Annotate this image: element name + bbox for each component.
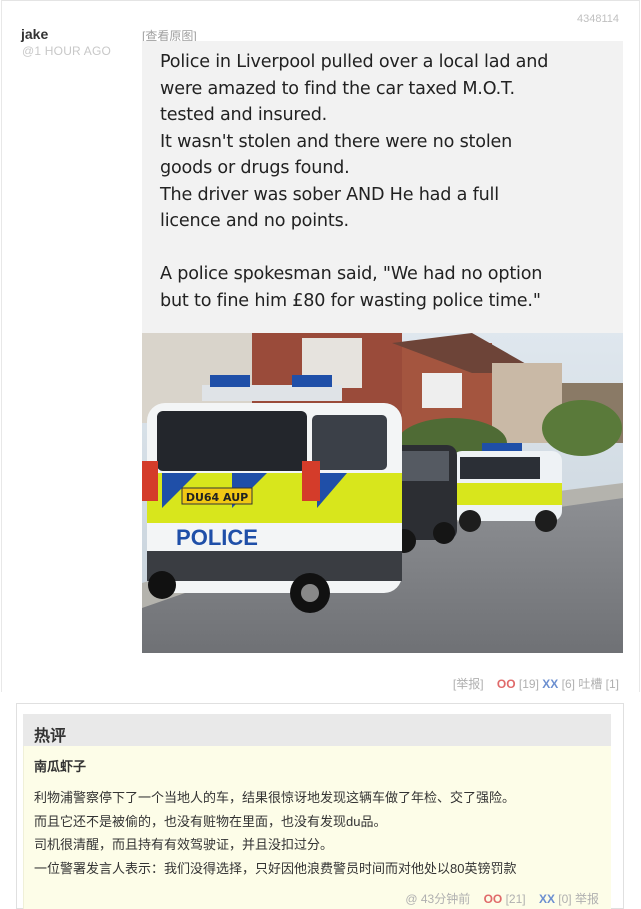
comment-time[interactable]: @ 43分钟前 — [405, 892, 470, 906]
image-text-line: were amazed to find the car taxed M.O.T. — [160, 78, 515, 99]
comment-line: 而且它还不是被偷的，也没有赃物在里面，也没有发现du品。 — [34, 813, 387, 829]
license-plate: DU64 AUP — [186, 491, 248, 504]
comment-author[interactable]: 南瓜虾子 — [34, 756, 86, 775]
image-text-line: A police spokesman said, "We had no opti… — [160, 264, 543, 284]
hot-comments-header: 热评 — [23, 714, 611, 746]
hot-comment: 南瓜虾子 利物浦警察停下了一个当地人的车，结果很惊讶地发现这辆车做了年检、交了强… — [23, 746, 611, 909]
comment-actions: @ 43分钟前 OO [21] XX [0] 举报 — [405, 890, 599, 907]
post-actions: [举报] OO [19] XX [6] 吐槽 [1] — [453, 675, 619, 692]
post-time: @1 HOUR AGO — [22, 44, 112, 58]
police-label: POLICE — [176, 525, 258, 550]
comment-line: 利物浦警察停下了一个当地人的车，结果很惊讶地发现这辆车做了年检、交了强险。 — [34, 790, 516, 805]
comment-text: 利物浦警察停下了一个当地人的车，结果很惊讶地发现这辆车做了年检、交了强险。 而且… — [34, 786, 516, 880]
image-text-line: The driver was sober AND He had a full — [160, 184, 499, 205]
xx-count: [6] — [561, 677, 575, 691]
xx-vote-button[interactable]: XX — [542, 677, 558, 691]
post-id[interactable]: 4348114 — [577, 13, 619, 25]
image-text-line: goods or drugs found. — [160, 158, 350, 178]
tucao-link[interactable]: 吐槽 [1] — [578, 677, 619, 691]
image-text-line: tested and insured. — [160, 105, 328, 125]
post-author[interactable]: jake — [21, 26, 48, 42]
oo-vote-button[interactable]: OO — [497, 677, 516, 691]
comment-report-button[interactable]: 举报 — [575, 892, 599, 906]
hot-comments-title: 热评 — [34, 728, 67, 745]
comment-oo-count: [21] — [505, 892, 526, 906]
post-image[interactable]: Police in Liverpool pulled over a local … — [142, 41, 623, 653]
image-text-line: It wasn't stolen and there were no stole… — [160, 131, 513, 152]
report-button[interactable]: [举报] — [453, 677, 484, 691]
oo-count: [19] — [518, 677, 539, 691]
post-card: jake @1 HOUR AGO 4348114 [查看原图] Police i… — [1, 0, 640, 692]
image-text-line: licence and no points. — [160, 211, 349, 231]
comment-oo-vote-button[interactable]: OO — [484, 892, 503, 906]
comment-line: 司机很清醒，而且持有有效驾驶证，并且没扣过分。 — [34, 837, 334, 852]
image-text-panel: Police in Liverpool pulled over a local … — [142, 41, 623, 333]
image-text-line: Police in Liverpool pulled over a local … — [160, 52, 549, 72]
hot-comments-section: 热评 南瓜虾子 利物浦警察停下了一个当地人的车，结果很惊讶地发现这辆车做了年检、… — [16, 703, 624, 909]
police-car-photo: DU64 AUP POLICE — [142, 333, 623, 653]
image-text-line: but to fine him £80 for wasting police t… — [160, 290, 541, 311]
comment-xx-count: [0] — [558, 892, 572, 906]
comment-xx-vote-button[interactable]: XX — [539, 892, 555, 906]
comment-line: 一位警署发言人表示：我们没得选择，只好因他浪费警员时间而对他处以80英镑罚款 — [34, 860, 517, 876]
